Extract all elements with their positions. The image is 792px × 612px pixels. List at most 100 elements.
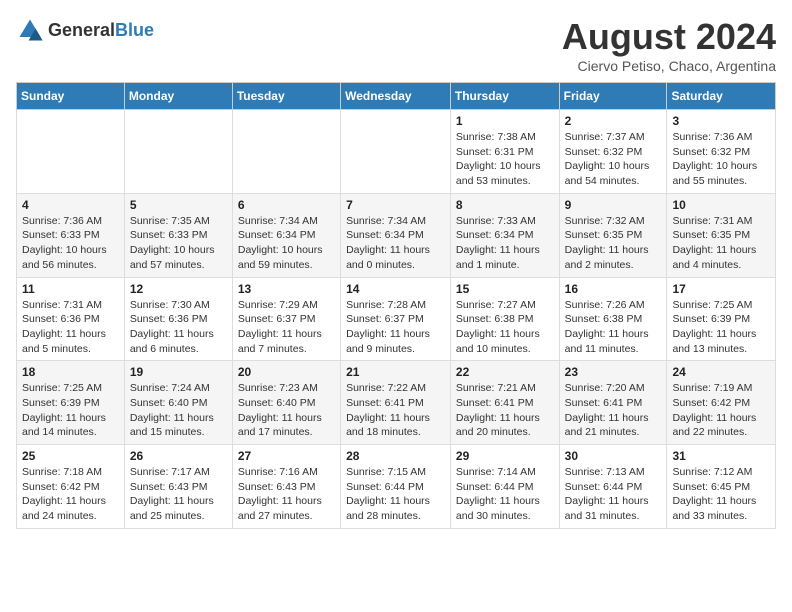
calendar-cell: 25Sunrise: 7:18 AMSunset: 6:42 PMDayligh…: [17, 445, 125, 529]
day-info: Sunrise: 7:15 AMSunset: 6:44 PMDaylight:…: [346, 465, 445, 524]
calendar-cell: 12 Sunrise: 7:30 AMSunset: 6:36 PMDayligh…: [124, 277, 232, 361]
day-number: 1: [456, 114, 554, 128]
day-number: 11: [22, 282, 119, 296]
calendar-cell: [341, 110, 451, 194]
day-info: Sunrise: 7:32 AMSunset: 6:35 PMDaylight:…: [565, 214, 662, 273]
day-number: 10: [672, 198, 770, 212]
day-info: Sunrise: 7:19 AMSunset: 6:42 PMDaylight:…: [672, 381, 770, 440]
day-number: 7: [346, 198, 445, 212]
day-info: Sunrise: 7:29 AMSunset: 6:37 PMDaylight:…: [238, 298, 335, 357]
day-number: 17: [672, 282, 770, 296]
calendar-cell: 31 Sunrise: 7:12 AMSunset: 6:45 PMDayligh…: [667, 445, 776, 529]
logo-general: General: [48, 20, 115, 40]
day-number: 4: [22, 198, 119, 212]
calendar-cell: 19Sunrise: 7:24 AMSunset: 6:40 PMDayligh…: [124, 361, 232, 445]
day-info: Sunrise: 7:13 AMSunset: 6:44 PMDaylight:…: [565, 465, 662, 524]
day-number: 6: [238, 198, 335, 212]
calendar-week-row: 25Sunrise: 7:18 AMSunset: 6:42 PMDayligh…: [17, 445, 776, 529]
day-info: Sunrise: 7:22 AMSunset: 6:41 PMDaylight:…: [346, 381, 445, 440]
day-info: Sunrise: 7:34 AMSunset: 6:34 PMDaylight:…: [238, 214, 335, 273]
day-info: Sunrise: 7:25 AMSunset: 6:39 PMDaylight:…: [22, 381, 119, 440]
day-info: Sunrise: 7:37 AMSunset: 6:32 PMDaylight:…: [565, 130, 662, 189]
weekday-header-monday: Monday: [124, 83, 232, 110]
calendar-cell: 4 Sunrise: 7:36 AMSunset: 6:33 PMDaylight…: [17, 193, 125, 277]
weekday-header-saturday: Saturday: [667, 83, 776, 110]
day-info: Sunrise: 7:31 AMSunset: 6:35 PMDaylight:…: [672, 214, 770, 273]
day-info: Sunrise: 7:33 AMSunset: 6:34 PMDaylight:…: [456, 214, 554, 273]
calendar-cell: 28 Sunrise: 7:15 AMSunset: 6:44 PMDayligh…: [341, 445, 451, 529]
calendar-cell: 14 Sunrise: 7:28 AMSunset: 6:37 PMDayligh…: [341, 277, 451, 361]
calendar-cell: 13Sunrise: 7:29 AMSunset: 6:37 PMDayligh…: [232, 277, 340, 361]
day-number: 27: [238, 449, 335, 463]
day-info: Sunrise: 7:23 AMSunset: 6:40 PMDaylight:…: [238, 381, 335, 440]
calendar-cell: 15Sunrise: 7:27 AMSunset: 6:38 PMDayligh…: [450, 277, 559, 361]
title-block: August 2024 Ciervo Petiso, Chaco, Argent…: [562, 16, 776, 74]
day-number: 22: [456, 365, 554, 379]
day-info: Sunrise: 7:36 AMSunset: 6:33 PMDaylight:…: [22, 214, 119, 273]
day-number: 14: [346, 282, 445, 296]
day-number: 23: [565, 365, 662, 379]
calendar-week-row: 18Sunrise: 7:25 AMSunset: 6:39 PMDayligh…: [17, 361, 776, 445]
calendar-cell: 22 Sunrise: 7:21 AMSunset: 6:41 PMDayligh…: [450, 361, 559, 445]
logo: GeneralBlue: [16, 16, 154, 44]
calendar-cell: 20 Sunrise: 7:23 AMSunset: 6:40 PMDayligh…: [232, 361, 340, 445]
calendar-table: SundayMondayTuesdayWednesdayThursdayFrid…: [16, 82, 776, 529]
calendar-cell: 8 Sunrise: 7:33 AMSunset: 6:34 PMDaylight…: [450, 193, 559, 277]
day-info: Sunrise: 7:36 AMSunset: 6:32 PMDaylight:…: [672, 130, 770, 189]
weekday-header-wednesday: Wednesday: [341, 83, 451, 110]
day-number: 20: [238, 365, 335, 379]
calendar-cell: 27 Sunrise: 7:16 AMSunset: 6:43 PMDayligh…: [232, 445, 340, 529]
calendar-cell: 7 Sunrise: 7:34 AMSunset: 6:34 PMDaylight…: [341, 193, 451, 277]
day-number: 2: [565, 114, 662, 128]
day-info: Sunrise: 7:24 AMSunset: 6:40 PMDaylight:…: [130, 381, 227, 440]
calendar-cell: 26 Sunrise: 7:17 AMSunset: 6:43 PMDayligh…: [124, 445, 232, 529]
month-year-title: August 2024: [562, 16, 776, 58]
day-info: Sunrise: 7:31 AMSunset: 6:36 PMDaylight:…: [22, 298, 119, 357]
day-info: Sunrise: 7:16 AMSunset: 6:43 PMDaylight:…: [238, 465, 335, 524]
day-info: Sunrise: 7:35 AMSunset: 6:33 PMDaylight:…: [130, 214, 227, 273]
day-info: Sunrise: 7:12 AMSunset: 6:45 PMDaylight:…: [672, 465, 770, 524]
day-number: 5: [130, 198, 227, 212]
day-info: Sunrise: 7:20 AMSunset: 6:41 PMDaylight:…: [565, 381, 662, 440]
day-number: 9: [565, 198, 662, 212]
day-number: 3: [672, 114, 770, 128]
day-info: Sunrise: 7:17 AMSunset: 6:43 PMDaylight:…: [130, 465, 227, 524]
weekday-header-thursday: Thursday: [450, 83, 559, 110]
calendar-cell: 17 Sunrise: 7:25 AMSunset: 6:39 PMDayligh…: [667, 277, 776, 361]
calendar-body: 1 Sunrise: 7:38 AMSunset: 6:31 PMDaylight…: [17, 110, 776, 529]
day-info: Sunrise: 7:28 AMSunset: 6:37 PMDaylight:…: [346, 298, 445, 357]
weekday-header-sunday: Sunday: [17, 83, 125, 110]
day-number: 31: [672, 449, 770, 463]
day-info: Sunrise: 7:14 AMSunset: 6:44 PMDaylight:…: [456, 465, 554, 524]
location-subtitle: Ciervo Petiso, Chaco, Argentina: [562, 58, 776, 74]
calendar-cell: 24 Sunrise: 7:19 AMSunset: 6:42 PMDayligh…: [667, 361, 776, 445]
calendar-cell: 3 Sunrise: 7:36 AMSunset: 6:32 PMDaylight…: [667, 110, 776, 194]
calendar-cell: 23 Sunrise: 7:20 AMSunset: 6:41 PMDayligh…: [559, 361, 667, 445]
day-info: Sunrise: 7:25 AMSunset: 6:39 PMDaylight:…: [672, 298, 770, 357]
day-info: Sunrise: 7:30 AMSunset: 6:36 PMDaylight:…: [130, 298, 227, 357]
calendar-cell: 16Sunrise: 7:26 AMSunset: 6:38 PMDayligh…: [559, 277, 667, 361]
day-number: 24: [672, 365, 770, 379]
calendar-cell: 9 Sunrise: 7:32 AMSunset: 6:35 PMDaylight…: [559, 193, 667, 277]
day-number: 28: [346, 449, 445, 463]
day-number: 21: [346, 365, 445, 379]
calendar-cell: 29 Sunrise: 7:14 AMSunset: 6:44 PMDayligh…: [450, 445, 559, 529]
day-number: 12: [130, 282, 227, 296]
day-info: Sunrise: 7:21 AMSunset: 6:41 PMDaylight:…: [456, 381, 554, 440]
day-number: 26: [130, 449, 227, 463]
weekday-header-tuesday: Tuesday: [232, 83, 340, 110]
day-info: Sunrise: 7:26 AMSunset: 6:38 PMDaylight:…: [565, 298, 662, 357]
calendar-cell: [17, 110, 125, 194]
calendar-cell: 18Sunrise: 7:25 AMSunset: 6:39 PMDayligh…: [17, 361, 125, 445]
calendar-cell: [232, 110, 340, 194]
calendar-week-row: 4 Sunrise: 7:36 AMSunset: 6:33 PMDaylight…: [17, 193, 776, 277]
day-info: Sunrise: 7:38 AMSunset: 6:31 PMDaylight:…: [456, 130, 554, 189]
calendar-cell: 5 Sunrise: 7:35 AMSunset: 6:33 PMDaylight…: [124, 193, 232, 277]
day-info: Sunrise: 7:34 AMSunset: 6:34 PMDaylight:…: [346, 214, 445, 273]
logo-blue: Blue: [115, 20, 154, 40]
calendar-header-row: SundayMondayTuesdayWednesdayThursdayFrid…: [17, 83, 776, 110]
day-number: 29: [456, 449, 554, 463]
calendar-cell: 21 Sunrise: 7:22 AMSunset: 6:41 PMDayligh…: [341, 361, 451, 445]
day-number: 8: [456, 198, 554, 212]
weekday-header-friday: Friday: [559, 83, 667, 110]
